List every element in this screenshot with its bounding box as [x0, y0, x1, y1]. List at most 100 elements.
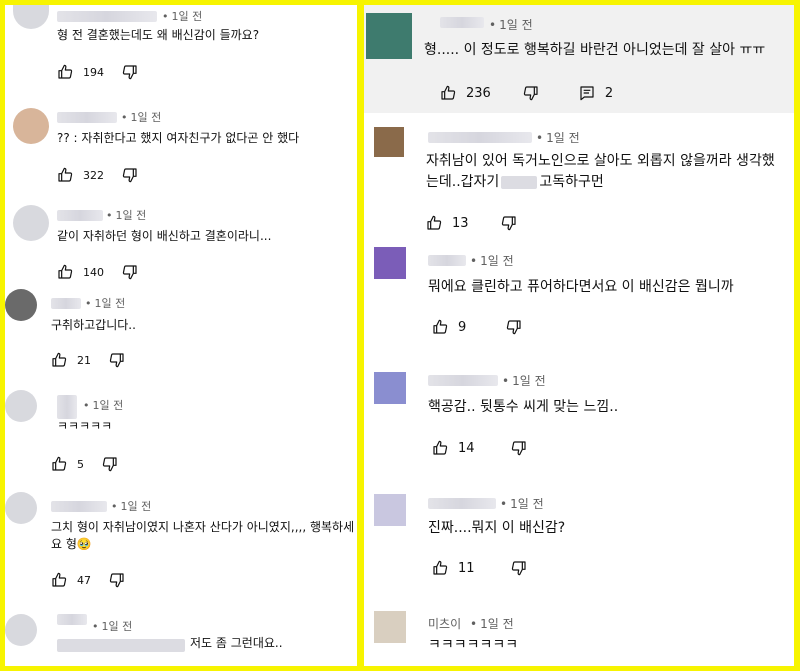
thumbs-down-icon[interactable]	[511, 440, 527, 456]
like-count: 21	[77, 353, 91, 367]
like-count: 13	[452, 215, 469, 231]
author-name[interactable]	[51, 298, 81, 309]
author-name[interactable]	[57, 210, 103, 221]
comment: • 1일 전 ?? : 자취한다고 했지 여자친구가 없다곤 안 했다 322	[5, 100, 357, 205]
avatar[interactable]	[5, 614, 37, 646]
avatar[interactable]	[374, 247, 406, 279]
comment: • 1일 전 그치 형이 자취남이였지 나혼자 산다가 아니였지,,,, 행복하세…	[5, 487, 357, 602]
avatar[interactable]	[5, 289, 37, 321]
comment-actions: 14	[432, 439, 527, 457]
author-name[interactable]	[428, 255, 466, 266]
thumbs-down-icon[interactable]	[109, 572, 125, 588]
like-count: 236	[466, 85, 491, 101]
author-name[interactable]	[57, 395, 77, 419]
thumbs-up-icon[interactable]	[432, 560, 448, 576]
comment-text-line2: 는데..갑자기 고독하구먼	[426, 174, 604, 190]
like-count: 322	[83, 168, 104, 182]
comment-text: 같이 자취하던 형이 배신하고 결혼이라니...	[57, 229, 272, 243]
reply-count: 2	[604, 85, 614, 101]
author-name[interactable]	[57, 614, 87, 625]
comment-actions: 9	[432, 318, 522, 336]
comment-time: • 1일 전	[502, 374, 546, 388]
comment: 미츠이 • 1일 전 ㅋㅋㅋㅋㅋㅋㅋ	[364, 605, 794, 666]
comment: • 1일 전 자취남이 있어 독거노인으로 살아도 외롭지 않을꺼라 생각했 는데…	[364, 113, 794, 237]
comment-time: • 1일 전	[85, 297, 126, 310]
author-name[interactable]	[57, 112, 117, 123]
thumbs-up-icon[interactable]	[51, 572, 67, 588]
comment-actions: 236 2	[440, 84, 613, 102]
author-name[interactable]	[51, 501, 107, 512]
comment-actions: 13	[426, 214, 517, 232]
comment-actions: 47	[51, 571, 125, 589]
comment-text-line1: 그치 형이 자취남이였지 나혼자 산다가 아니였지,,,, 행복하세	[51, 520, 355, 534]
avatar[interactable]	[5, 390, 37, 422]
author-name[interactable]	[428, 132, 532, 143]
thumbs-up-icon[interactable]	[440, 85, 456, 101]
thumbs-down-icon[interactable]	[511, 560, 527, 576]
comment-text: 진짜....뭐지 이 배신감?	[428, 520, 566, 536]
thumbs-up-icon[interactable]	[432, 319, 448, 335]
comment: • 1일 전 핵공감.. 뒷통수 씨게 맞는 느낌.. 14	[364, 367, 794, 489]
thumbs-up-icon[interactable]	[57, 167, 73, 183]
reply-comment-icon[interactable]	[579, 85, 595, 101]
thumbs-up-icon[interactable]	[57, 264, 73, 280]
avatar[interactable]	[13, 5, 49, 29]
comment-time: • 1일 전	[470, 617, 514, 631]
thumbs-up-icon[interactable]	[57, 64, 73, 80]
comment-time: • 1일 전	[111, 500, 152, 513]
like-count: 11	[458, 560, 475, 576]
comment: • 1일 전 형..... 이 정도로 행복하길 바란건 아니었는데 잘 살아 ㅠ…	[364, 5, 794, 113]
comment-text-line1: 자취남이 있어 독거노인으로 살아도 외롭지 않을꺼라 생각했	[426, 153, 775, 169]
thumbs-up-icon[interactable]	[432, 440, 448, 456]
thumbs-down-icon[interactable]	[506, 319, 522, 335]
comment-actions: 11	[432, 559, 527, 577]
comment-text: 핵공감.. 뒷통수 씨게 맞는 느낌..	[428, 399, 619, 415]
comment-actions: 194	[57, 63, 138, 81]
author-name[interactable]	[57, 11, 157, 22]
comment: • 1일 전 ㅋㅋㅋㅋㅋ 5	[5, 382, 357, 487]
author-name[interactable]: 미츠이	[428, 615, 461, 632]
thumbs-down-icon[interactable]	[102, 456, 118, 472]
avatar[interactable]	[374, 494, 406, 526]
thumbs-down-icon[interactable]	[122, 264, 138, 280]
thumbs-down-icon[interactable]	[122, 64, 138, 80]
comment-text: ㅋㅋㅋㅋㅋㅋㅋ	[428, 637, 519, 653]
thumbs-down-icon[interactable]	[122, 167, 138, 183]
avatar[interactable]	[374, 611, 406, 643]
thumbs-down-icon[interactable]	[501, 215, 517, 231]
comment-text: 형 전 결혼했는데도 왜 배신감이 들까요?	[57, 28, 260, 42]
avatar[interactable]	[374, 127, 404, 157]
blurred-text	[57, 639, 185, 652]
comment: • 1일 전 뭐에요 클린하고 퓨어하다면서요 이 배신감은 뭡니까 9	[364, 237, 794, 367]
comment-text: 형..... 이 정도로 행복하길 바란건 아니었는데 잘 살아 ㅠㅠ	[424, 42, 766, 58]
right-comments-panel: • 1일 전 형..... 이 정도로 행복하길 바란건 아니었는데 잘 살아 ㅠ…	[364, 5, 794, 666]
author-name[interactable]	[428, 375, 498, 386]
comment-actions: 140	[57, 263, 138, 281]
avatar[interactable]	[374, 372, 406, 404]
like-count: 9	[458, 319, 467, 335]
comment-time: • 1일 전	[106, 209, 147, 222]
author-name[interactable]	[440, 17, 484, 28]
comment-actions: 322	[57, 166, 138, 184]
comment-actions: 5	[51, 455, 118, 473]
comment-time: • 1일 전	[470, 254, 514, 268]
comment-time: • 1일 전	[536, 131, 580, 145]
comment-time: • 1일 전	[162, 10, 203, 23]
avatar[interactable]	[5, 492, 37, 524]
thumbs-down-icon[interactable]	[523, 85, 539, 101]
thumbs-up-icon[interactable]	[426, 215, 442, 231]
avatar[interactable]	[13, 205, 49, 241]
comment: • 1일 전 형 전 결혼했는데도 왜 배신감이 들까요? 194	[5, 5, 357, 100]
comment: • 1일 전 저도 좀 그런대요..	[5, 602, 357, 666]
thumbs-up-icon[interactable]	[51, 456, 67, 472]
blurred-text	[501, 175, 538, 189]
thumbs-down-icon[interactable]	[109, 352, 125, 368]
like-count: 14	[458, 440, 475, 456]
comment-text-line2: 요 형🥹	[51, 537, 92, 551]
comment-time: • 1일 전	[500, 497, 544, 511]
avatar[interactable]	[366, 13, 412, 59]
thumbs-up-icon[interactable]	[51, 352, 67, 368]
comment-time: • 1일 전	[83, 399, 124, 412]
author-name[interactable]	[428, 498, 496, 509]
avatar[interactable]	[13, 108, 49, 144]
